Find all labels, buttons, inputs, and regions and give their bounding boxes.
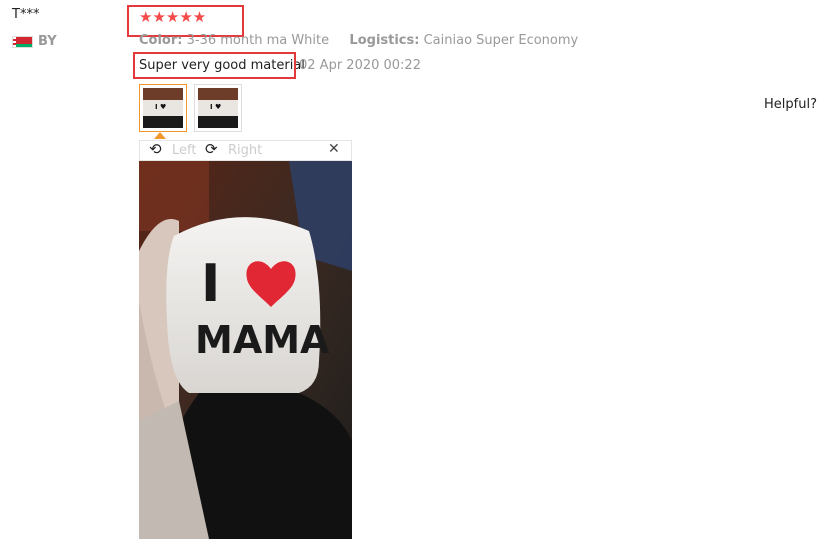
product-meta: Color: 3-36 month ma White Logistics: Ca… [139, 33, 578, 48]
review-date: 02 Apr 2020 00:22 [299, 58, 421, 73]
helpful-link[interactable]: Helpful? [764, 97, 817, 112]
rotate-left-icon[interactable]: ⟲ [149, 140, 162, 158]
logistics-label: Logistics: [349, 33, 420, 48]
review-text-highlight-box [133, 52, 296, 79]
rotate-right-icon[interactable]: ⟳ [205, 140, 218, 158]
review-photo-image: I MAMA [139, 161, 352, 539]
reviewer-country: BY [38, 34, 57, 49]
photo-text-mama: MAMA [195, 318, 330, 362]
photo-text-i: I [201, 254, 220, 314]
logistics-value: Cainiao Super Economy [423, 33, 579, 48]
reviewer-name: T*** [12, 7, 40, 22]
rotate-right-button[interactable]: Right [228, 143, 262, 158]
color-label: Color: [139, 33, 183, 48]
thumbnail-image: I ♥ [198, 88, 238, 128]
color-value: 3-36 month ma White [186, 33, 330, 48]
review-photo-thumbnail[interactable]: I ♥ [139, 84, 187, 132]
rotate-left-button[interactable]: Left [172, 143, 196, 158]
thumbnail-image: I ♥ [143, 88, 183, 128]
review-photo-large: I MAMA [139, 161, 352, 539]
close-icon[interactable]: ✕ [328, 141, 340, 157]
selected-thumbnail-pointer [154, 132, 166, 139]
review-photo-thumbnail[interactable]: I ♥ [194, 84, 242, 132]
country-flag-icon [12, 36, 33, 48]
